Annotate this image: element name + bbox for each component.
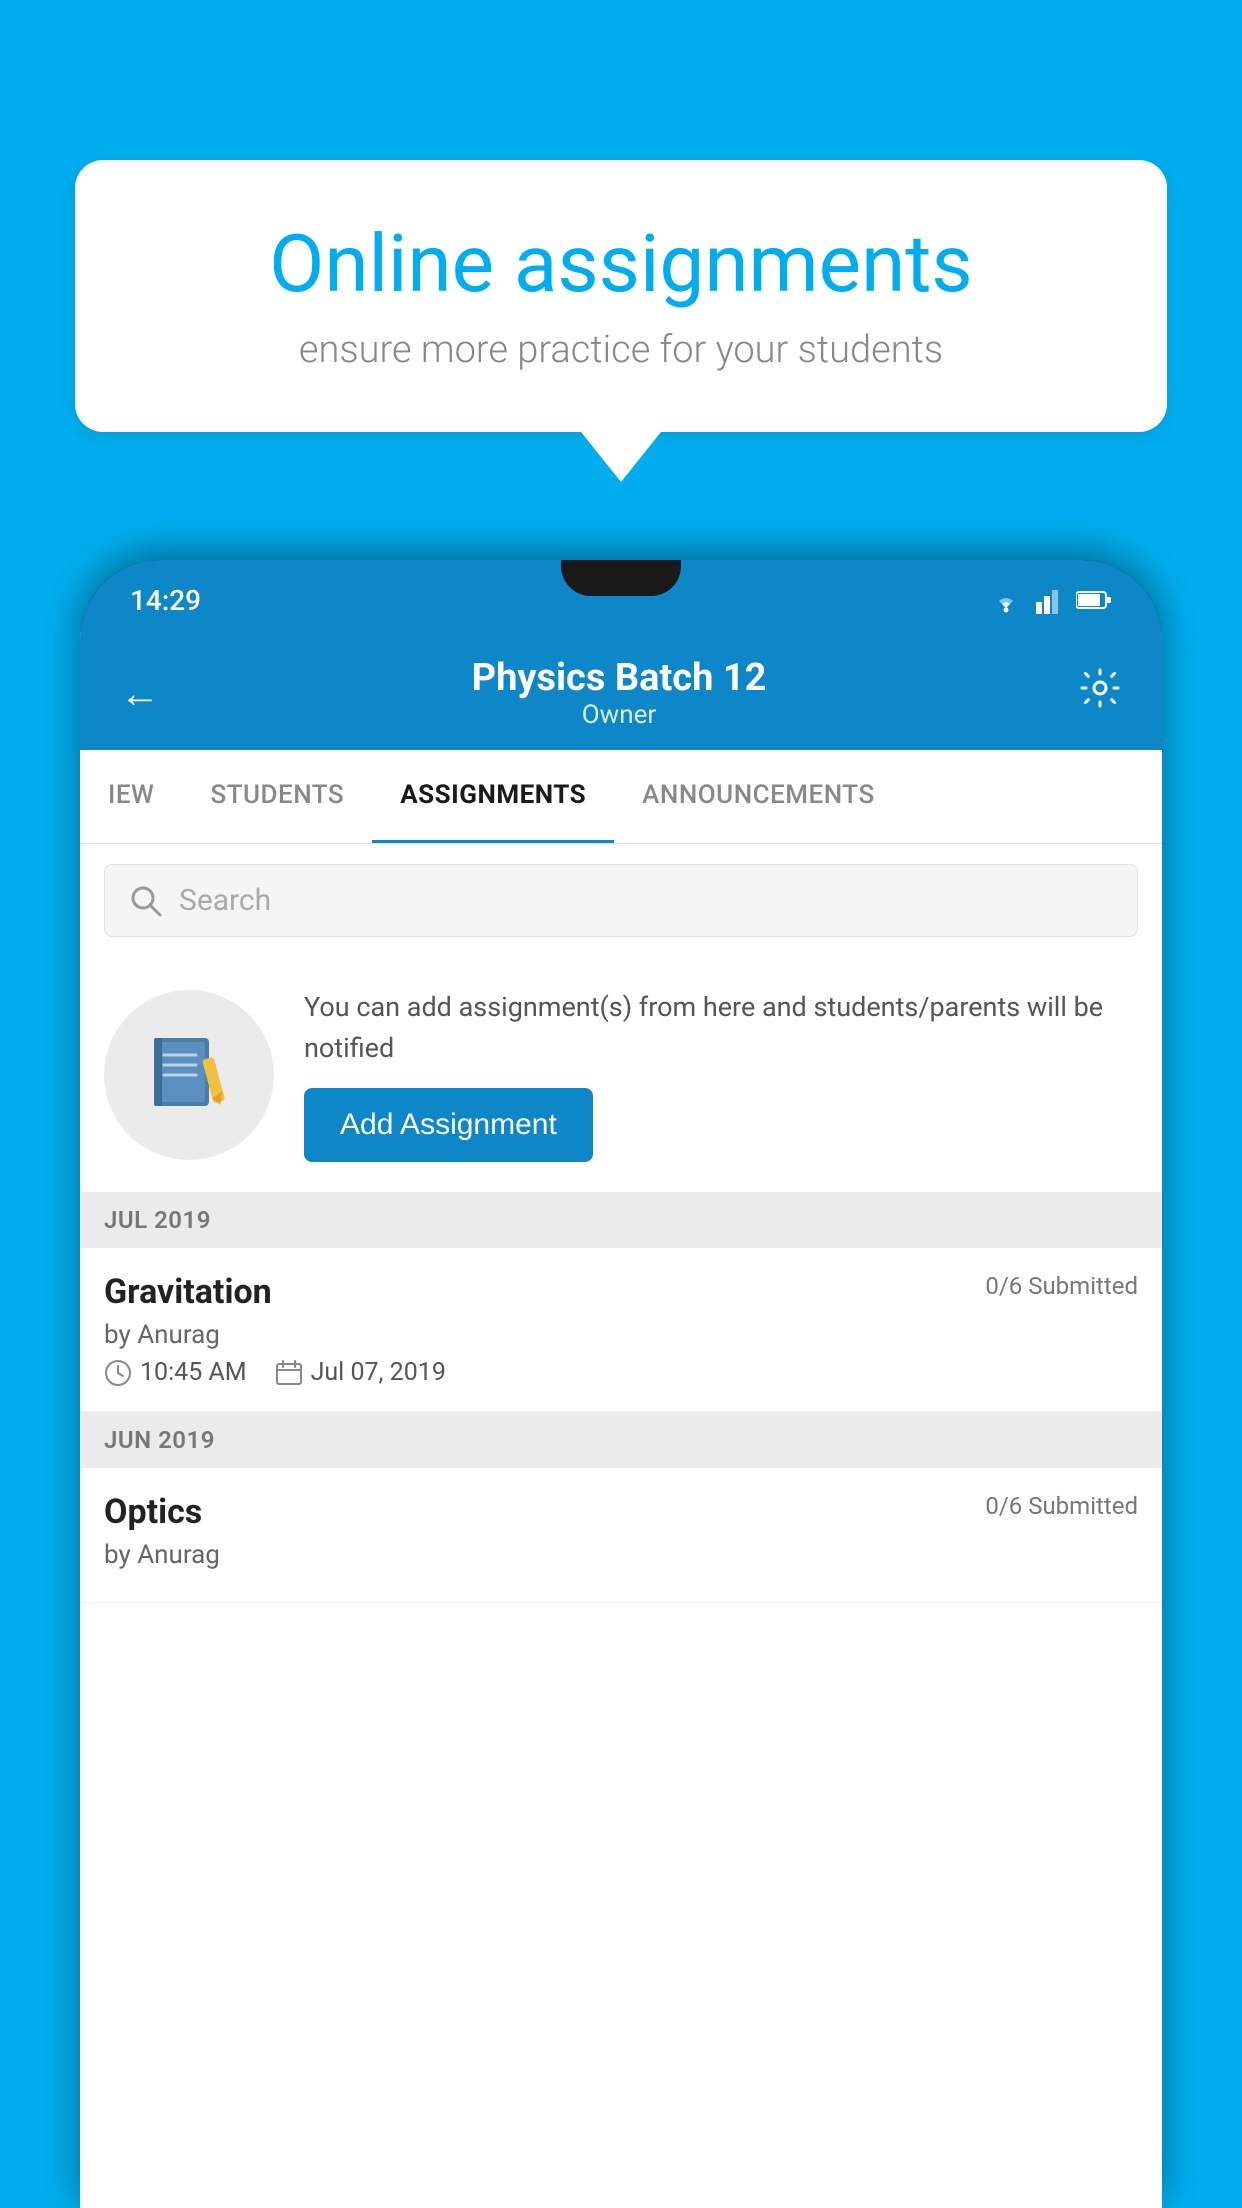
- settings-icon[interactable]: [1078, 666, 1122, 721]
- add-assignment-right: You can add assignment(s) from here and …: [304, 987, 1138, 1162]
- notebook-icon: [144, 1030, 234, 1120]
- assignment-gravitation-time: 10:45 AM: [104, 1358, 247, 1387]
- phone-frame: 14:29 ←: [80, 560, 1162, 2208]
- wifi-icon: [988, 586, 1024, 614]
- section-jul-label: JUL 2019: [104, 1206, 211, 1234]
- calendar-icon: [275, 1359, 303, 1387]
- gravitation-date-text: Jul 07, 2019: [311, 1358, 446, 1387]
- add-assignment-desc: You can add assignment(s) from here and …: [304, 987, 1138, 1068]
- search-bar[interactable]: Search: [104, 864, 1138, 937]
- tabs-container: IEW STUDENTS ASSIGNMENTS ANNOUNCEMENTS: [80, 750, 1162, 844]
- search-bar-container: Search: [80, 844, 1162, 957]
- speech-bubble-arrow: [581, 432, 661, 482]
- bubble-subtitle: ensure more practice for your students: [145, 328, 1097, 372]
- tab-iew[interactable]: IEW: [80, 750, 182, 843]
- header-subtitle: Owner: [472, 700, 767, 730]
- assignment-optics-header: Optics 0/6 Submitted: [104, 1492, 1138, 1532]
- status-bar: 14:29: [80, 560, 1162, 640]
- tab-assignments[interactable]: ASSIGNMENTS: [372, 750, 614, 843]
- header-center: Physics Batch 12 Owner: [472, 656, 767, 730]
- header-title: Physics Batch 12: [472, 656, 767, 700]
- add-assignment-area: You can add assignment(s) from here and …: [80, 957, 1162, 1192]
- assignment-gravitation-header: Gravitation 0/6 Submitted: [104, 1272, 1138, 1312]
- phone-content: ← Physics Batch 12 Owner IEW STUDENTS AS…: [80, 632, 1162, 2208]
- section-jun-label: JUN 2019: [104, 1426, 215, 1454]
- search-icon: [129, 884, 163, 918]
- assignment-optics-author: by Anurag: [104, 1540, 1138, 1570]
- assignment-optics-submitted: 0/6 Submitted: [985, 1492, 1138, 1520]
- speech-bubble-container: Online assignments ensure more practice …: [75, 160, 1167, 482]
- notch: [561, 560, 681, 596]
- add-assignment-button[interactable]: Add Assignment: [304, 1088, 593, 1162]
- gravitation-time-text: 10:45 AM: [140, 1358, 247, 1387]
- assignment-optics-name: Optics: [104, 1492, 202, 1532]
- tab-announcements[interactable]: ANNOUNCEMENTS: [614, 750, 903, 843]
- back-button[interactable]: ←: [120, 670, 160, 717]
- assignment-gravitation-submitted: 0/6 Submitted: [985, 1272, 1138, 1300]
- assignment-gravitation[interactable]: Gravitation 0/6 Submitted by Anurag 10:4…: [80, 1248, 1162, 1412]
- battery-icon: [1076, 590, 1112, 610]
- clock-icon: [104, 1359, 132, 1387]
- notebook-circle: [104, 990, 274, 1160]
- assignment-optics[interactable]: Optics 0/6 Submitted by Anurag: [80, 1468, 1162, 1603]
- assignment-gravitation-author: by Anurag: [104, 1320, 1138, 1350]
- tab-students[interactable]: STUDENTS: [182, 750, 372, 843]
- section-jun-2019: JUN 2019: [80, 1412, 1162, 1468]
- speech-bubble: Online assignments ensure more practice …: [75, 160, 1167, 432]
- signal-icon: [1036, 586, 1064, 614]
- assignment-gravitation-date: Jul 07, 2019: [275, 1358, 446, 1387]
- status-icons: [988, 586, 1112, 614]
- section-jul-2019: JUL 2019: [80, 1192, 1162, 1248]
- assignment-gravitation-meta: 10:45 AM Jul 07, 2019: [104, 1358, 1138, 1387]
- screen-content: Search: [80, 844, 1162, 2208]
- status-time: 14:29: [130, 584, 201, 617]
- search-placeholder: Search: [179, 883, 271, 918]
- bubble-title: Online assignments: [145, 220, 1097, 308]
- app-header: ← Physics Batch 12 Owner: [80, 632, 1162, 750]
- assignment-gravitation-name: Gravitation: [104, 1272, 272, 1312]
